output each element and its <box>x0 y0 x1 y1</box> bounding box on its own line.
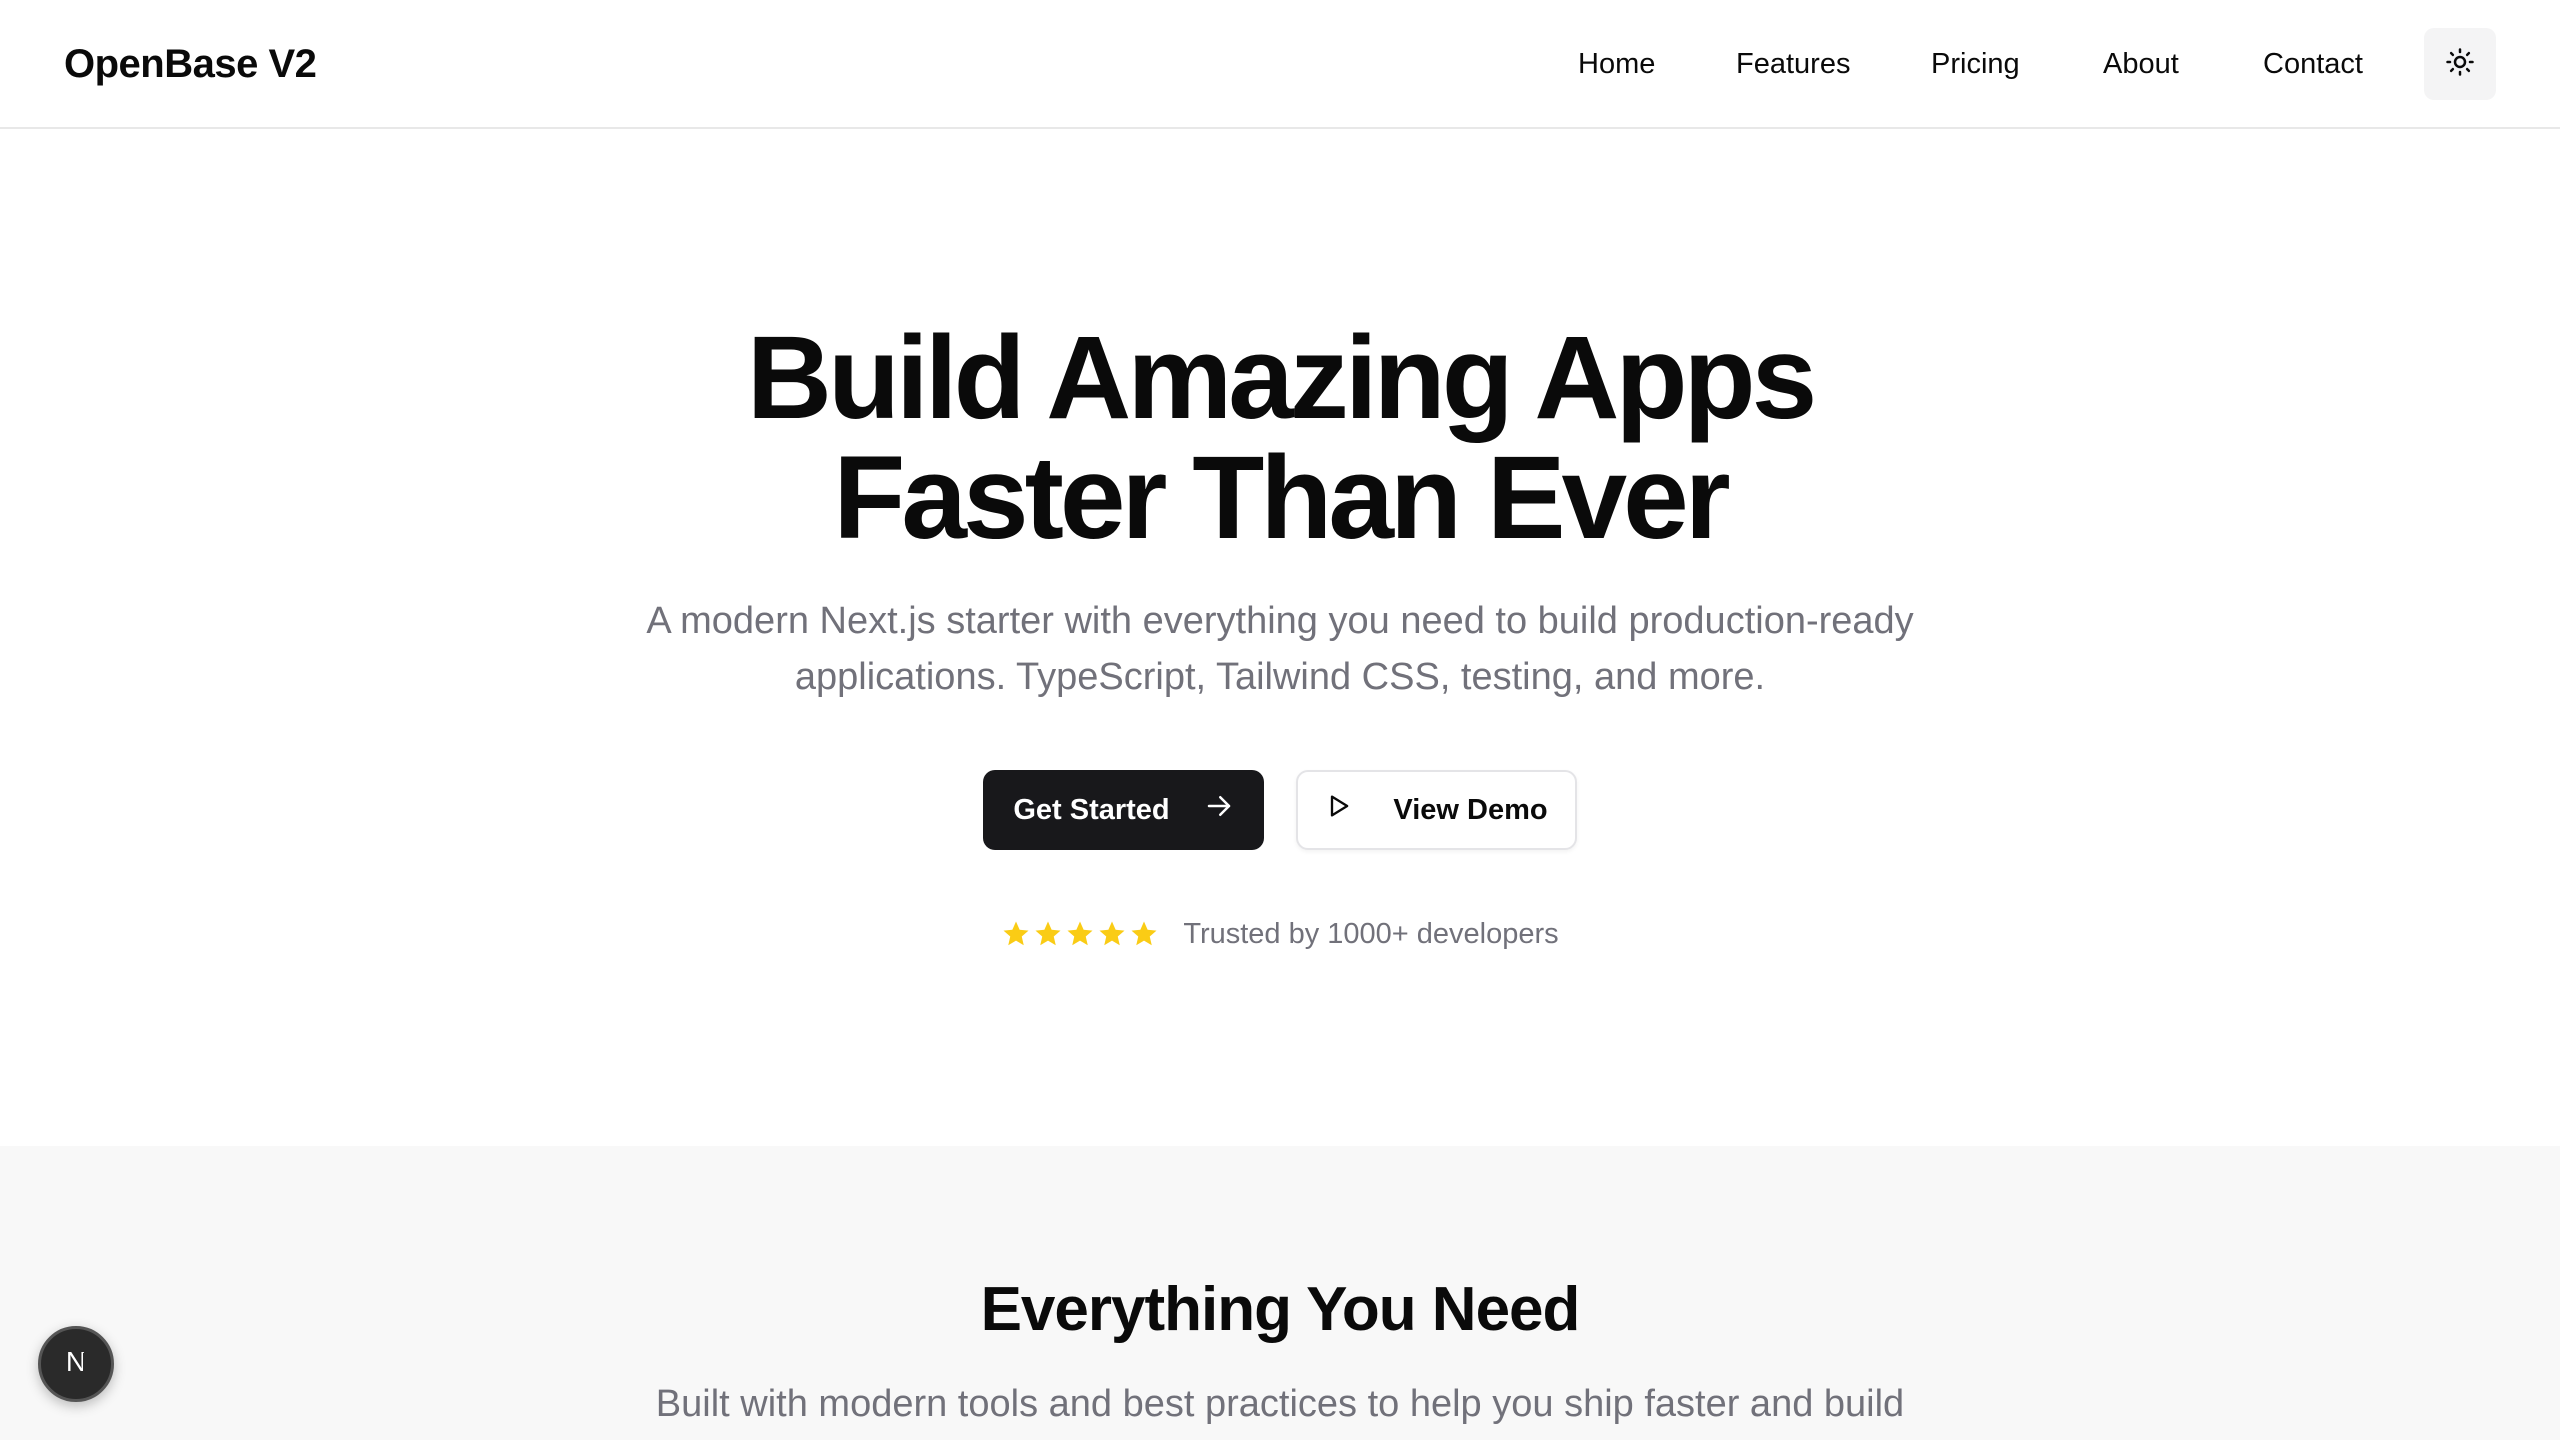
nav-link-pricing[interactable]: Pricing <box>1931 36 2020 92</box>
hero-title: Build Amazing Apps Faster Than Ever <box>0 318 2560 558</box>
theme-toggle-button[interactable] <box>2424 28 2496 100</box>
hero-subtitle-line1: A modern Next.js starter with everything… <box>646 600 1914 642</box>
nextjs-icon: N <box>56 1342 96 1387</box>
brand-logo[interactable]: OpenBase V2 <box>64 36 317 92</box>
play-icon <box>1325 792 1353 828</box>
arrow-right-icon <box>1204 791 1234 829</box>
features-title: Everything You Need <box>980 1275 1581 1344</box>
get-started-label: Get Started <box>1013 793 1170 826</box>
nav-link-contact[interactable]: Contact <box>2263 36 2363 92</box>
star-icon <box>1099 921 1125 946</box>
star-icon <box>1035 921 1061 946</box>
site-header: OpenBase V2 Home Features Pricing About … <box>0 0 2560 129</box>
features-section: Everything You Need Built with modern to… <box>0 1146 2560 1440</box>
star-icon <box>1131 921 1157 946</box>
star-icon <box>1067 921 1093 946</box>
trust-text: Trusted by 1000+ developers <box>1183 918 1559 950</box>
view-demo-label: View Demo <box>1393 793 1548 826</box>
nextjs-dev-badge[interactable]: N <box>38 1326 114 1402</box>
hero-subtitle: A modern Next.js starter with everything… <box>580 593 1980 705</box>
features-subtitle: Built with modern tools and best practic… <box>655 1383 1905 1425</box>
star-icon <box>1003 921 1029 946</box>
trust-row: Trusted by 1000+ developers <box>0 914 2560 954</box>
sun-icon <box>2445 47 2475 82</box>
hero-subtitle-line2: applications. TypeScript, Tailwind CSS, … <box>794 656 1766 698</box>
nav-link-home[interactable]: Home <box>1578 36 1655 92</box>
hero-title-line2: Faster Than Ever <box>833 432 1730 564</box>
get-started-button[interactable]: Get Started <box>983 770 1264 850</box>
nav-link-features[interactable]: Features <box>1736 36 1850 92</box>
nav-link-about[interactable]: About <box>2103 36 2179 92</box>
view-demo-button[interactable]: View Demo <box>1296 770 1577 850</box>
hero-title-line1: Build Amazing Apps <box>746 312 1817 444</box>
rating-stars <box>1001 919 1159 949</box>
